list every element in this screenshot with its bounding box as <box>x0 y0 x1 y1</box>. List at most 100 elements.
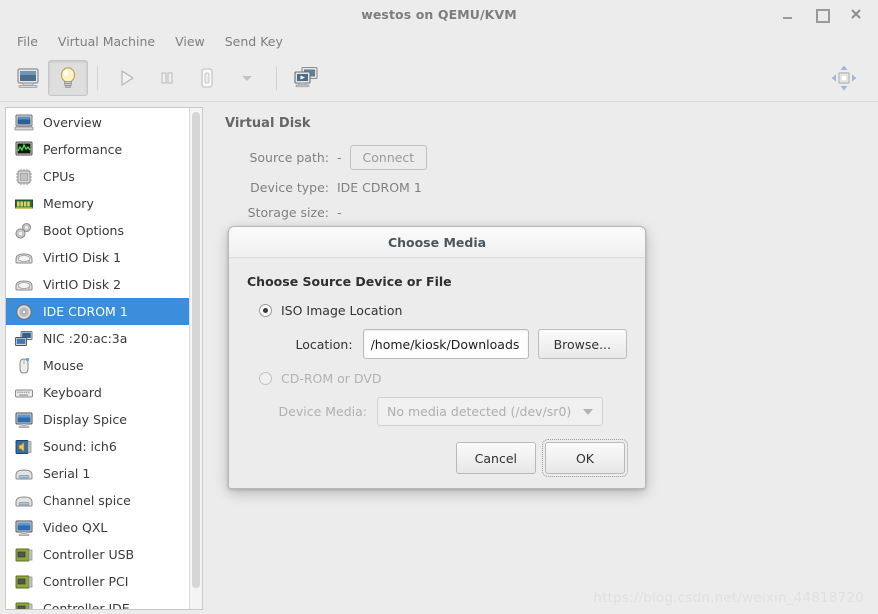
device-media-select[interactable]: No media detected (/dev/sr0) <box>377 397 603 426</box>
menu-send-key[interactable]: Send Key <box>216 31 292 52</box>
sidebar-item-nic[interactable]: NIC :20:ac:3a <box>6 325 189 352</box>
iso-radio-label: ISO Image Location <box>281 303 403 318</box>
storage-size-value: - <box>337 205 342 220</box>
play-icon <box>121 69 134 86</box>
menu-file[interactable]: File <box>8 31 47 52</box>
watermark-text: https://blog.csdn.net/weixin_44818720 <box>593 590 864 606</box>
sidebar-item-label: Keyboard <box>43 385 102 400</box>
network-icon <box>14 330 34 348</box>
power-icon <box>201 67 213 88</box>
sidebar-item-sound[interactable]: Sound: ich6 <box>6 433 189 460</box>
sidebar-item-virtio-disk-2[interactable]: VirtIO Disk 2 <box>6 271 189 298</box>
sidebar-item-keyboard[interactable]: Keyboard <box>6 379 189 406</box>
sound-card-icon <box>14 438 34 456</box>
shutdown-menu-button[interactable] <box>227 60 267 96</box>
sidebar-item-label: Performance <box>43 142 123 157</box>
dialog-body: Choose Source Device or File ISO Image L… <box>229 258 645 488</box>
location-label: Location: <box>295 336 353 352</box>
page-title: Virtual Disk <box>225 116 311 131</box>
pci-card-icon <box>14 573 34 591</box>
toolbar-separator-2 <box>276 65 277 90</box>
dialog-heading: Choose Source Device or File <box>247 274 452 289</box>
chevron-down-icon <box>583 408 593 415</box>
sidebar-item-cpus[interactable]: CPUs <box>6 163 189 190</box>
display-icon <box>14 411 34 429</box>
sidebar-scrollbar[interactable] <box>189 108 202 609</box>
close-icon <box>851 9 861 19</box>
show-details-button[interactable] <box>48 59 88 96</box>
sidebar-item-ide-cdrom-1[interactable]: IDE CDROM 1 <box>6 298 189 325</box>
sidebar-item-label: IDE CDROM 1 <box>43 304 128 319</box>
sidebar-item-controller-ide[interactable]: Controller IDE <box>6 595 189 609</box>
gears-icon <box>14 222 34 240</box>
sidebar-item-label: Boot Options <box>43 223 124 238</box>
chart-monitor-icon <box>14 141 34 159</box>
device-type-row: Device type: IDE CDROM 1 <box>225 180 878 195</box>
sidebar-item-mouse[interactable]: Mouse <box>6 352 189 379</box>
pause-button[interactable] <box>147 60 187 96</box>
sidebar-item-label: Controller IDE <box>43 601 130 609</box>
resize-icon <box>831 65 857 90</box>
minimize-button[interactable] <box>780 6 796 22</box>
connect-button[interactable]: Connect <box>349 145 428 170</box>
source-path-value: - <box>337 150 342 165</box>
sidebar-item-label: VirtIO Disk 2 <box>43 277 122 292</box>
storage-size-row: Storage size: - <box>225 205 878 220</box>
sidebar-item-controller-usb[interactable]: Controller USB <box>6 541 189 568</box>
sidebar-item-overview[interactable]: Overview <box>6 109 189 136</box>
maximize-button[interactable] <box>814 6 830 23</box>
show-console-button[interactable] <box>8 60 48 96</box>
location-input[interactable] <box>362 329 529 359</box>
snapshots-button[interactable] <box>286 60 326 96</box>
sidebar-item-label: Memory <box>43 196 94 211</box>
sidebar-item-boot-options[interactable]: Boot Options <box>6 217 189 244</box>
cancel-button[interactable]: Cancel <box>455 442 536 474</box>
sidebar-item-memory[interactable]: Memory <box>6 190 189 217</box>
virt-manager-window: westos on QEMU/KVM File Virtual Machine … <box>0 0 878 614</box>
source-path-row: Source path: - Connect <box>225 145 878 170</box>
sidebar-item-label: Sound: ich6 <box>43 439 117 454</box>
window-controls <box>780 0 872 28</box>
sidebar-item-label: Mouse <box>43 358 84 373</box>
sidebar-item-video-qxl[interactable]: Video QXL <box>6 514 189 541</box>
cdrom-dvd-option[interactable]: CD-ROM or DVD <box>247 371 627 386</box>
fullscreen-button[interactable] <box>824 60 864 96</box>
ok-button[interactable]: OK <box>542 439 628 477</box>
cdrom-radio-icon[interactable] <box>259 372 272 385</box>
run-button[interactable] <box>107 60 147 96</box>
keyboard-icon <box>14 384 34 402</box>
sidebar-item-controller-pci[interactable]: Controller PCI <box>6 568 189 595</box>
chevron-down-icon <box>242 75 252 81</box>
location-row: Location: Browse... <box>247 329 627 359</box>
browse-button[interactable]: Browse... <box>537 329 627 359</box>
choose-media-dialog: Choose Media Choose Source Device or Fil… <box>228 226 646 489</box>
sidebar-item-performance[interactable]: Performance <box>6 136 189 163</box>
device-media-row: Device Media: No media detected (/dev/sr… <box>247 397 627 426</box>
sidebar-item-channel-spice[interactable]: Channel spice <box>6 487 189 514</box>
iso-image-option[interactable]: ISO Image Location <box>247 303 627 318</box>
close-button[interactable] <box>848 6 864 22</box>
device-type-label: Device type: <box>250 180 329 195</box>
sidebar-item-virtio-disk-1[interactable]: VirtIO Disk 1 <box>6 244 189 271</box>
shutdown-button[interactable] <box>187 60 227 96</box>
sidebar-item-display-spice[interactable]: Display Spice <box>6 406 189 433</box>
sidebar-item-label: Controller PCI <box>43 574 129 589</box>
iso-radio-icon[interactable] <box>259 304 272 317</box>
computer-icon <box>14 114 34 132</box>
sidebar-item-label: Controller USB <box>43 547 135 562</box>
mouse-icon <box>14 357 34 375</box>
menu-view[interactable]: View <box>166 31 214 52</box>
dialog-actions: Cancel OK <box>247 438 628 477</box>
pci-card-icon <box>14 600 34 609</box>
cdrom-radio-label: CD-ROM or DVD <box>281 371 382 386</box>
sidebar-item-serial-1[interactable]: Serial 1 <box>6 460 189 487</box>
lightbulb-icon <box>60 66 76 88</box>
sidebar-scrollbar-thumb[interactable] <box>192 112 200 588</box>
serial-port-icon <box>14 465 34 483</box>
toolbar <box>0 54 878 102</box>
memory-stick-icon <box>14 195 34 213</box>
menu-virtual-machine[interactable]: Virtual Machine <box>49 31 164 52</box>
screens-icon <box>294 66 318 87</box>
sidebar-item-label: VirtIO Disk 1 <box>43 250 122 265</box>
sidebar-item-label: NIC :20:ac:3a <box>43 331 128 346</box>
